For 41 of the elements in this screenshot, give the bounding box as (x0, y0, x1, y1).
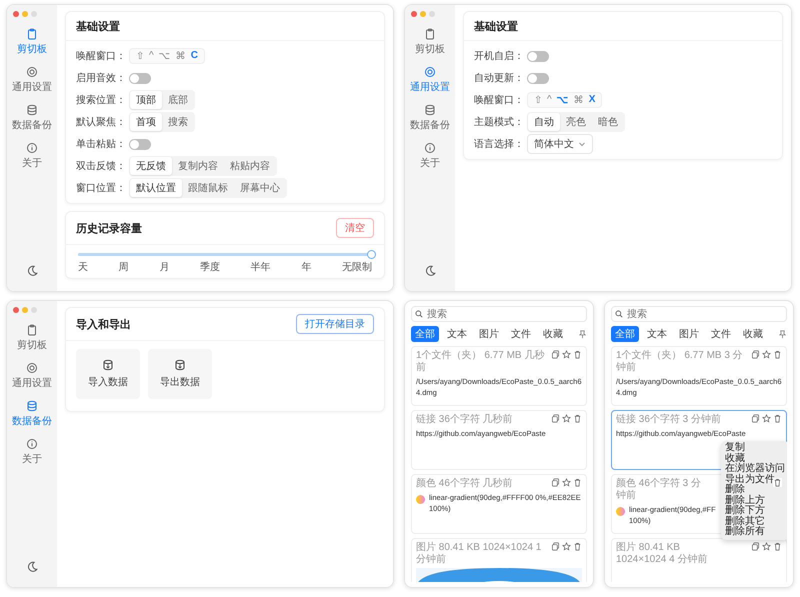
setting-label: 启用音效： (76, 72, 126, 85)
section-title: 导入和导出 (76, 318, 131, 332)
section-title: 基础设置 (474, 20, 518, 34)
setting-label: 搜索位置： (76, 94, 126, 107)
slider-tick-label: 半年 (250, 260, 271, 274)
slider-tick-label: 年 (301, 261, 312, 274)
key-symbol: X (588, 94, 596, 106)
slider-tick-label: 天 (78, 261, 88, 274)
section-title: 基础设置 (76, 20, 120, 34)
key-symbol: ^ (149, 50, 154, 62)
setting-label: 单击粘贴： (76, 138, 126, 151)
section-title: 历史记录容量 (76, 222, 142, 236)
key-symbol: ⌥ (556, 94, 569, 106)
item-meta: 颜色 46个字符 3 分钟前 (616, 478, 702, 502)
setting-label: 自动更新： (474, 72, 524, 85)
setting-label: 双击反馈： (76, 160, 126, 173)
setting-label: 唤醒窗口： (474, 94, 524, 107)
item-meta: 图片 80.41 KB 1024×1024 4 分钟前 (616, 542, 708, 566)
key-symbol: ^ (547, 94, 552, 106)
item-meta: 颜色 46个字符 几秒前 (416, 478, 513, 490)
slider-tick-label: 月 (159, 261, 170, 274)
item-meta: 1个文件（夹） 6.77 MB 3 分钟前 (616, 350, 744, 374)
item-meta: 1个文件（夹） 6.77 MB 几秒前 (416, 350, 546, 374)
slider-tick-label: 无限制 (342, 260, 372, 274)
slider-tick-label: 周 (118, 261, 129, 274)
key-symbol: ⌥ (158, 50, 171, 62)
setting-label: 主题模式： (474, 116, 524, 129)
key-symbol: ⌘ (574, 94, 584, 106)
slider-tick-label: 季度 (200, 260, 220, 274)
setting-label: 默认聚焦： (76, 116, 126, 129)
setting-label: 唤醒窗口： (76, 50, 126, 63)
key-symbol: C (190, 50, 198, 62)
item-meta: 图片 80.41 KB 1024×1024 1 分钟前 (416, 542, 542, 566)
setting-label: 语言选择： (474, 138, 524, 151)
setting-label: 窗口位置： (76, 182, 126, 195)
item-meta: 链接 36个字符 3 分钟前 (616, 414, 722, 426)
item-meta: 链接 36个字符 几秒前 (416, 414, 513, 426)
key-symbol: ⇧ (136, 50, 144, 62)
setting-label: 开机自启： (474, 50, 524, 63)
key-symbol: ⇧ (534, 94, 542, 106)
key-symbol: ⌘ (176, 50, 186, 62)
